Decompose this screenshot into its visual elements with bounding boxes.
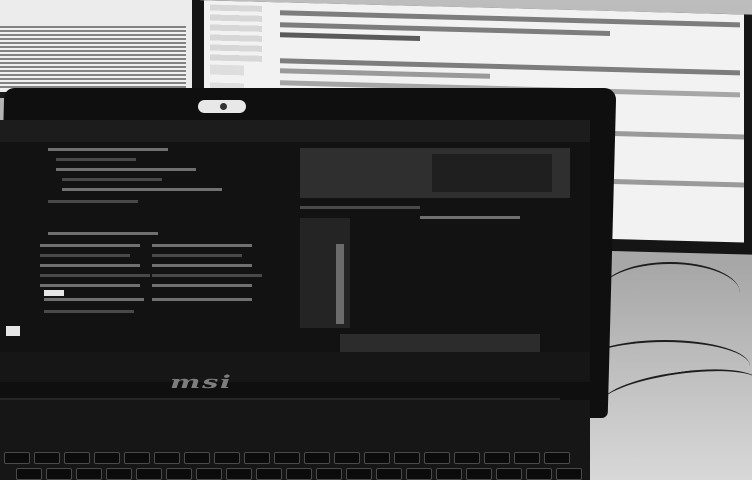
keyboard-key: [214, 452, 240, 464]
keyboard-key: [346, 468, 372, 480]
cable: [600, 262, 740, 324]
gantt-bar: [280, 32, 420, 41]
code-line: [300, 206, 420, 209]
keyboard-key: [76, 468, 102, 480]
gantt-bar: [280, 68, 490, 79]
code-line: [152, 254, 242, 257]
left-monitor-screen: [0, 0, 192, 92]
keyboard-key: [316, 468, 342, 480]
keyboard-key: [166, 468, 192, 480]
keyboard-key: [496, 468, 522, 480]
keyboard-key: [184, 452, 210, 464]
keyboard-key: [454, 452, 480, 464]
keyboard-key: [424, 452, 450, 464]
gantt-bar: [604, 130, 744, 140]
keyboard-key: [46, 468, 72, 480]
keyboard-key: [376, 468, 402, 480]
autocomplete-scrollbar: [336, 244, 344, 324]
keyboard-key: [436, 468, 462, 480]
code-line: [40, 254, 130, 257]
laptop-screen: [0, 120, 590, 382]
code-line: [56, 168, 196, 171]
keyboard-key: [556, 468, 582, 480]
keyboard-key: [364, 452, 390, 464]
left-monitor: [0, 0, 200, 98]
code-line: [152, 264, 252, 267]
code-line: [62, 178, 162, 181]
keyboard-key: [394, 452, 420, 464]
keyboard-key: [94, 452, 120, 464]
keyboard-key: [526, 468, 552, 480]
keyboard-key: [124, 452, 150, 464]
code-line: [62, 188, 222, 191]
right-monitor-sidebar: [210, 4, 262, 62]
code-line: [152, 244, 252, 247]
code-line: [56, 158, 136, 161]
keyboard-key: [544, 452, 570, 464]
keyboard-key: [106, 468, 132, 480]
keyboard-key: [136, 468, 162, 480]
keyboard-key: [4, 452, 30, 464]
keyboard-key: [274, 452, 300, 464]
keyboard-key: [226, 468, 252, 480]
ide-statusbar: [0, 352, 590, 382]
code-line: [420, 216, 520, 219]
code-line: [152, 274, 262, 277]
code-line: [152, 284, 252, 287]
keyboard-key: [16, 468, 42, 480]
gantt-bar: [604, 178, 744, 188]
keyboard-key: [154, 452, 180, 464]
keyboard-key: [64, 452, 90, 464]
keyboard-key: [406, 468, 432, 480]
code-line: [40, 274, 150, 277]
selection-marker: [44, 290, 64, 296]
webcam-cover: [198, 100, 246, 113]
preview-pane-inner: [432, 154, 552, 192]
webcam-lens: [220, 103, 227, 110]
code-line: [44, 298, 144, 301]
code-line: [48, 200, 138, 203]
keyboard-key: [256, 468, 282, 480]
preview-pane: [300, 148, 570, 198]
keyboard-key: [466, 468, 492, 480]
code-line: [48, 232, 158, 235]
keyboard-key: [244, 452, 270, 464]
brand-logo: msi: [170, 372, 233, 393]
keyboard-key: [334, 452, 360, 464]
left-monitor-content: [0, 26, 186, 90]
keyboard-key: [514, 452, 540, 464]
terminal-marker: [6, 326, 20, 336]
keyboard-key: [484, 452, 510, 464]
keyboard-key: [196, 468, 222, 480]
code-line: [40, 284, 140, 287]
code-line: [40, 244, 140, 247]
code-line: [152, 298, 252, 301]
keyboard-key: [34, 452, 60, 464]
keyboard-key: [304, 452, 330, 464]
code-line: [48, 148, 168, 151]
ide-toolbar: [0, 120, 590, 142]
keyboard-key: [286, 468, 312, 480]
code-line: [40, 264, 140, 267]
code-line: [44, 310, 134, 313]
